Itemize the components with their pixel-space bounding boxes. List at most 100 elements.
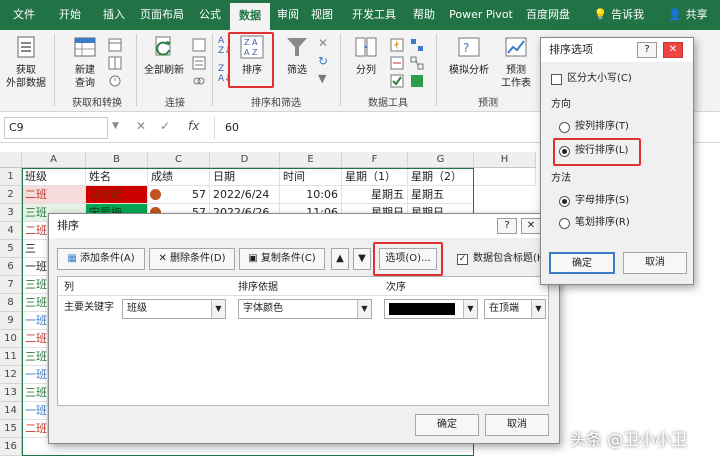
cell[interactable]: 一班 bbox=[22, 258, 48, 276]
options-cancel-button[interactable]: 取消 bbox=[623, 252, 687, 274]
tab-help[interactable]: 帮助 bbox=[406, 0, 442, 30]
tab-review[interactable]: 审阅 bbox=[272, 0, 304, 30]
cell[interactable]: 时间 bbox=[280, 168, 342, 186]
recent-sources-icon[interactable] bbox=[108, 74, 122, 91]
connections-icon[interactable] bbox=[192, 38, 206, 55]
confirm-formula-icon[interactable]: ✓ bbox=[160, 119, 170, 133]
row-header[interactable]: 11 bbox=[0, 348, 22, 366]
consolidate-icon[interactable] bbox=[410, 38, 424, 55]
tab-data[interactable]: 数据 bbox=[230, 3, 270, 30]
reapply-icon[interactable]: ↻ bbox=[318, 54, 328, 68]
get-external-data-button[interactable]: 获取 外部数据 bbox=[4, 34, 48, 90]
cell[interactable]: 三班 bbox=[22, 276, 48, 294]
options-ok-button[interactable]: 确定 bbox=[549, 252, 615, 274]
properties-icon[interactable] bbox=[192, 56, 206, 73]
row-header[interactable]: 5 bbox=[0, 240, 22, 258]
row-header[interactable]: 14 bbox=[0, 402, 22, 420]
stroke-sort-radio[interactable] bbox=[559, 218, 570, 229]
help-icon[interactable]: ? bbox=[637, 42, 657, 58]
letter-sort-radio[interactable] bbox=[559, 196, 570, 207]
new-query-button[interactable]: 新建 查询 bbox=[62, 34, 108, 90]
tab-baidu-netdisk[interactable]: 百度网盘 bbox=[520, 0, 576, 30]
cell[interactable]: 二班 bbox=[22, 330, 48, 348]
ok-button[interactable]: 确定 bbox=[415, 414, 479, 436]
flash-fill-icon[interactable] bbox=[390, 38, 404, 55]
tab-insert[interactable]: 插入 bbox=[92, 0, 136, 30]
row-header[interactable]: 15 bbox=[0, 420, 22, 438]
tab-file[interactable]: 文件 bbox=[2, 0, 46, 30]
cell[interactable]: 星期五 bbox=[408, 186, 474, 204]
cell[interactable]: 星期（1） bbox=[342, 168, 408, 186]
advanced-filter-icon[interactable]: ▼ bbox=[318, 72, 326, 85]
cell[interactable]: 二班 bbox=[22, 222, 48, 240]
cell[interactable]: 一班 bbox=[22, 402, 48, 420]
cell[interactable]: 姓名 bbox=[86, 168, 148, 186]
row-header[interactable]: 16 bbox=[0, 438, 22, 456]
column-header-e[interactable]: E bbox=[280, 152, 342, 168]
name-box-dropdown-icon[interactable]: ▼ bbox=[112, 121, 119, 131]
cell[interactable]: 成绩 bbox=[148, 168, 210, 186]
tell-me-box[interactable]: 💡 告诉我 bbox=[588, 0, 650, 30]
row-header[interactable]: 8 bbox=[0, 294, 22, 312]
row-header[interactable]: 6 bbox=[0, 258, 22, 276]
cell[interactable]: 日期 bbox=[210, 168, 280, 186]
cell[interactable]: 班级 bbox=[22, 168, 86, 186]
cell[interactable]: 马金起 bbox=[86, 186, 148, 204]
row-header[interactable]: 1 bbox=[0, 168, 22, 186]
column-header-g[interactable]: G bbox=[408, 152, 474, 168]
cell[interactable]: 一班 bbox=[22, 312, 48, 330]
filter-button[interactable]: 筛选 bbox=[278, 34, 316, 77]
share-button[interactable]: 👤 共享 bbox=[660, 0, 716, 30]
tab-view[interactable]: 视图 bbox=[306, 0, 338, 30]
cell[interactable]: 2022/6/24 bbox=[210, 186, 280, 204]
help-icon[interactable]: ? bbox=[497, 218, 517, 234]
cell[interactable]: 二班 bbox=[22, 186, 86, 204]
relationships-icon[interactable] bbox=[410, 56, 424, 73]
column-header-b[interactable]: B bbox=[86, 152, 148, 168]
from-table-icon[interactable] bbox=[108, 56, 122, 73]
forecast-sheet-button[interactable]: 预测 工作表 bbox=[498, 34, 534, 90]
copy-level-button[interactable]: ▣ 复制条件(C) bbox=[239, 248, 325, 270]
column-header-c[interactable]: C bbox=[148, 152, 210, 168]
cell[interactable] bbox=[474, 168, 536, 186]
edit-links-icon[interactable] bbox=[192, 74, 206, 91]
cancel-formula-icon[interactable]: ✕ bbox=[136, 119, 146, 133]
sort-column-select[interactable]: 班级 ▼ bbox=[122, 299, 226, 319]
cell[interactable]: 三 bbox=[22, 240, 48, 258]
refresh-all-button[interactable]: 全部刷新 bbox=[140, 34, 188, 77]
top-to-bottom-radio[interactable] bbox=[559, 122, 570, 133]
cell[interactable]: 星期（2） bbox=[408, 168, 474, 186]
text-to-columns-button[interactable]: 分列 bbox=[346, 34, 386, 77]
move-up-button[interactable]: ▲ bbox=[331, 248, 349, 270]
name-box[interactable]: C9 bbox=[4, 117, 108, 139]
case-sensitive-checkbox[interactable] bbox=[551, 74, 562, 85]
close-icon[interactable]: ✕ bbox=[663, 42, 683, 58]
row-header[interactable]: 10 bbox=[0, 330, 22, 348]
insert-function-icon[interactable]: fx bbox=[188, 119, 199, 133]
tab-developer[interactable]: 开发工具 bbox=[346, 0, 402, 30]
row-header[interactable]: 7 bbox=[0, 276, 22, 294]
close-icon[interactable]: ✕ bbox=[521, 218, 541, 234]
cell[interactable]: 10:06 bbox=[280, 186, 342, 204]
what-if-analysis-button[interactable]: ? 模拟分析 bbox=[442, 34, 496, 77]
cell[interactable]: 三班 bbox=[22, 348, 48, 366]
cell[interactable]: 一班 bbox=[22, 366, 48, 384]
sort-on-select[interactable]: 字体颜色 ▼ bbox=[238, 299, 372, 319]
tab-home[interactable]: 开始 bbox=[48, 0, 92, 30]
clear-filter-icon[interactable]: ✕ bbox=[318, 36, 328, 50]
tab-page-layout[interactable]: 页面布局 bbox=[136, 0, 188, 30]
row-header[interactable]: 12 bbox=[0, 366, 22, 384]
data-validation-icon[interactable] bbox=[390, 74, 404, 91]
cell[interactable]: 星期五 bbox=[342, 186, 408, 204]
has-headers-checkbox[interactable]: ✓ bbox=[457, 254, 468, 265]
font-color-select[interactable]: ▼ bbox=[384, 299, 478, 319]
delete-level-button[interactable]: ✕ 删除条件(D) bbox=[149, 248, 235, 270]
select-all-corner[interactable] bbox=[0, 152, 22, 168]
cell[interactable]: 57 bbox=[148, 186, 210, 204]
position-select[interactable]: 在顶端 ▼ bbox=[484, 299, 546, 319]
tab-power-pivot[interactable]: Power Pivot bbox=[446, 0, 516, 30]
cell[interactable]: 三班 bbox=[22, 384, 48, 402]
cancel-button[interactable]: 取消 bbox=[485, 414, 549, 436]
move-down-button[interactable]: ▼ bbox=[353, 248, 371, 270]
show-queries-icon[interactable] bbox=[108, 38, 122, 55]
